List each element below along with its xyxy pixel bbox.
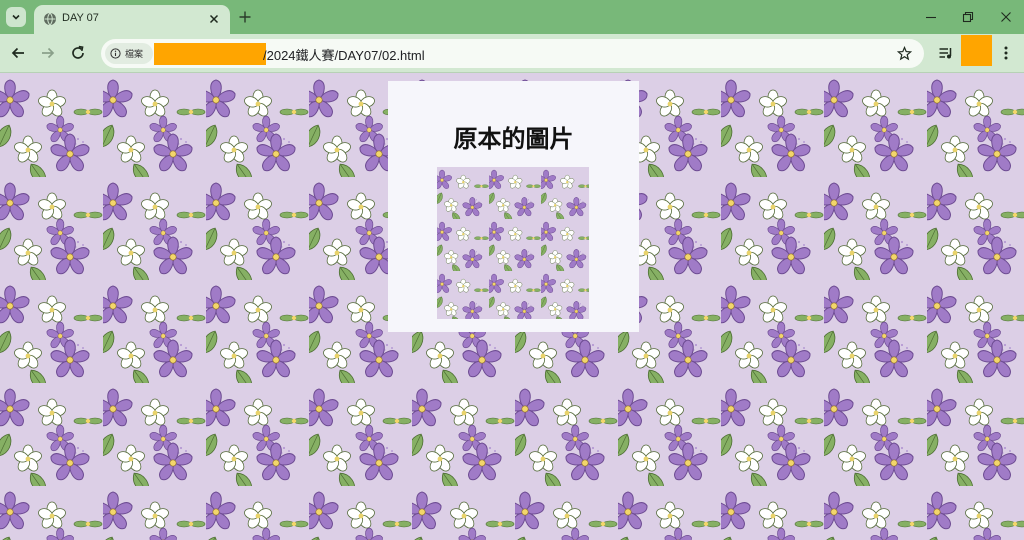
chevron-down-icon <box>12 14 20 20</box>
restore-icon[interactable] <box>961 10 975 24</box>
info-icon <box>110 48 121 59</box>
close-window-icon[interactable] <box>999 10 1013 24</box>
forward-button[interactable] <box>39 44 57 62</box>
site-chip-label: 檔案 <box>125 50 144 60</box>
plus-icon[interactable] <box>238 10 252 24</box>
reload-button[interactable] <box>69 44 87 62</box>
redacted-url-block <box>154 43 266 65</box>
minimize-icon[interactable] <box>924 10 938 24</box>
redacted-profile-block[interactable] <box>961 35 992 66</box>
media-queue-icon[interactable] <box>938 45 954 61</box>
original-image-pattern <box>437 167 589 319</box>
tab-title: DAY 07 <box>62 12 99 24</box>
tab-search-button[interactable] <box>6 7 26 27</box>
globe-icon <box>44 12 56 26</box>
star-icon[interactable] <box>897 46 912 61</box>
tab-strip: DAY 07 <box>0 0 1024 34</box>
back-button[interactable] <box>9 44 27 62</box>
site-info-chip[interactable]: 檔案 <box>105 43 153 64</box>
tab-active[interactable]: DAY 07 <box>34 5 230 34</box>
address-bar[interactable]: 檔案 /2024鐵人賽/DAY07/02.html <box>101 39 924 68</box>
page-viewport: 原本的圖片 <box>0 74 1024 540</box>
kebab-menu-icon[interactable] <box>1002 45 1010 61</box>
image-card: 原本的圖片 <box>388 81 639 332</box>
close-icon[interactable] <box>208 13 220 25</box>
page-title: 原本的圖片 <box>453 125 574 153</box>
url-text[interactable]: /2024鐵人賽/DAY07/02.html <box>263 45 425 64</box>
original-image <box>437 167 589 319</box>
browser-toolbar: 檔案 /2024鐵人賽/DAY07/02.html <box>0 34 1024 73</box>
